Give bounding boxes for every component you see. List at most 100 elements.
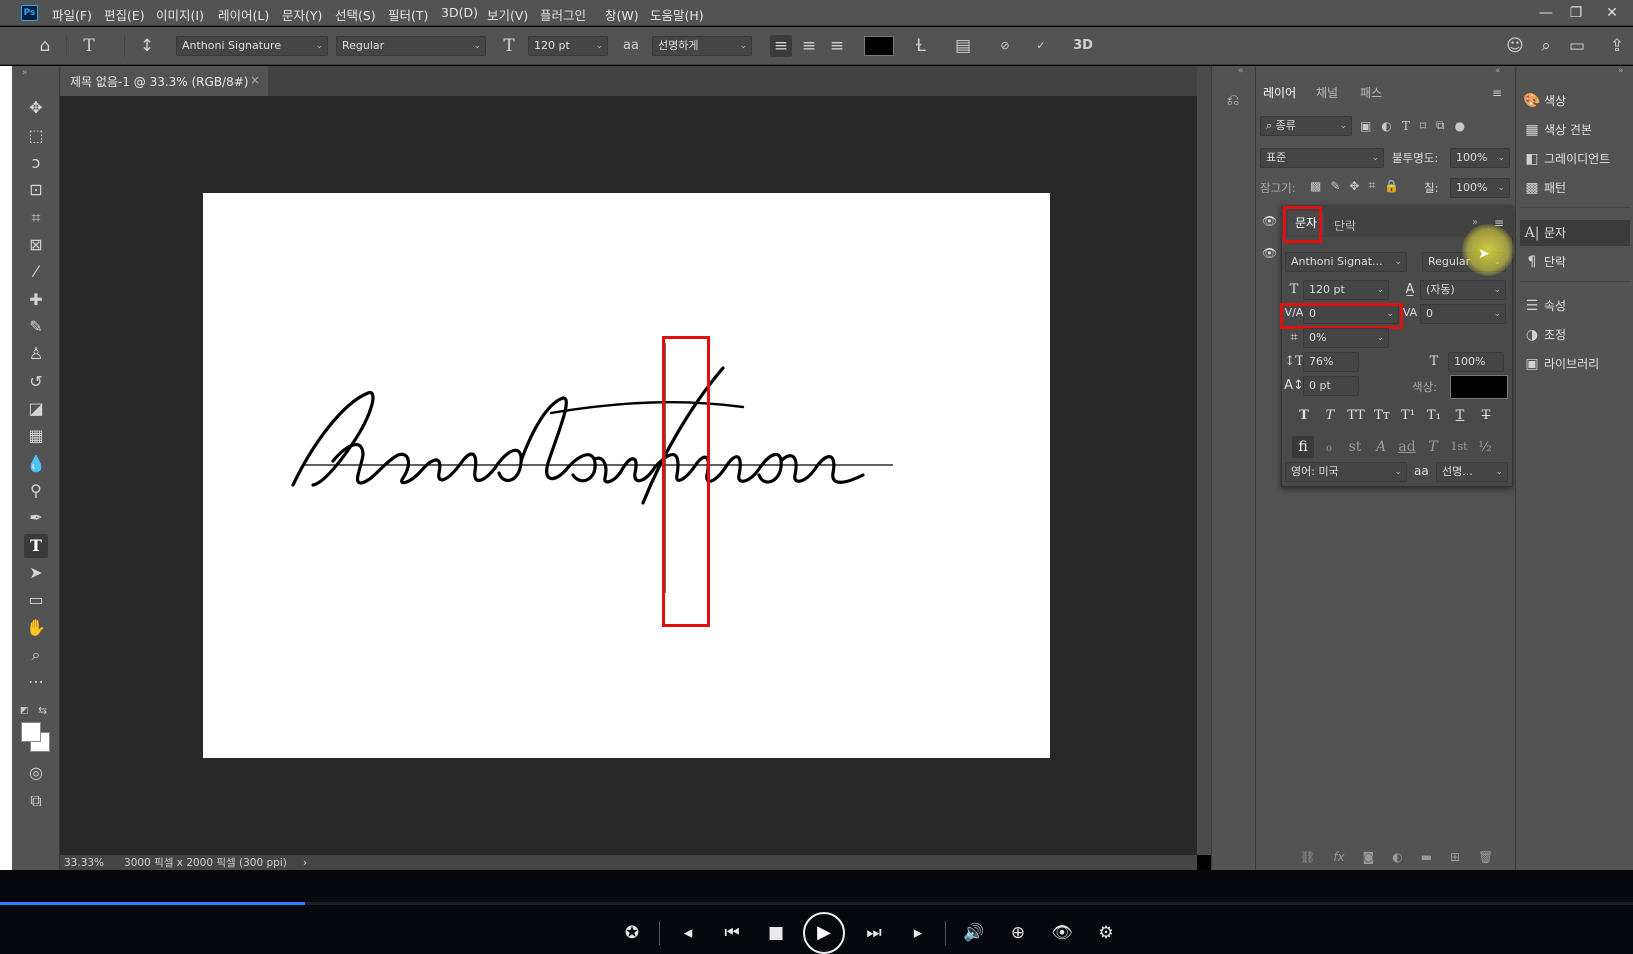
user-icon[interactable]: ☺ — [1504, 35, 1526, 57]
crop-tool-icon[interactable]: ⌗ — [24, 206, 48, 230]
blur-tool-icon[interactable]: 💧 — [24, 452, 48, 476]
char-font-size-field[interactable]: 120 pt ⌄ — [1303, 280, 1389, 300]
fractions-button[interactable]: ½ — [1474, 436, 1496, 458]
canvas[interactable] — [203, 193, 1050, 758]
share-icon[interactable]: ⇪ — [1606, 35, 1628, 57]
opacity-field[interactable]: 100% ⌄ — [1450, 148, 1510, 168]
3d-button[interactable]: 3D — [1072, 35, 1094, 57]
new-group-icon[interactable]: ▬ — [1421, 850, 1432, 864]
eraser-tool-icon[interactable]: ◪ — [24, 397, 48, 421]
move-tool-icon[interactable]: ✥ — [24, 96, 48, 120]
warp-text-icon[interactable]: Ɫ — [910, 35, 932, 57]
char-font-family-select[interactable]: Anthoni Signat... ⌄ — [1285, 252, 1407, 272]
collapse-dock-icon[interactable]: « — [1238, 66, 1244, 76]
menu-layer[interactable]: 레이어(L) — [218, 5, 269, 24]
filter-adjustment-icon[interactable]: ◐ — [1381, 119, 1391, 133]
eyedropper-tool-icon[interactable]: ⁄ — [24, 260, 48, 284]
add-mask-icon[interactable]: ◙ — [1363, 850, 1375, 864]
more-tools-icon[interactable]: ⋯ — [24, 670, 48, 694]
object-select-tool-icon[interactable]: ⊡ — [24, 178, 48, 202]
all-caps-button[interactable]: TT — [1346, 406, 1366, 426]
menu-plugins[interactable]: 플러그인 — [540, 5, 586, 24]
swap-colors-icon[interactable]: ⇆ — [38, 704, 47, 717]
new-layer-icon[interactable]: ⊞ — [1450, 850, 1460, 864]
side-item-character[interactable]: A| 문자 — [1520, 220, 1630, 246]
strikethrough-button[interactable]: T — [1476, 406, 1496, 426]
subscript-button[interactable]: T₁ — [1424, 406, 1444, 426]
lock-artboard-icon[interactable]: ⌗ — [1368, 178, 1375, 193]
history-icon[interactable]: ⎌ — [1221, 90, 1245, 114]
lock-all-icon[interactable]: 🔒 — [1384, 179, 1399, 193]
restore-button[interactable]: ❐ — [1562, 2, 1590, 24]
stylistic-alternates-button[interactable]: ad — [1396, 436, 1418, 458]
small-caps-button[interactable]: Tт — [1372, 406, 1392, 426]
home-icon[interactable]: ⌂ — [34, 35, 56, 57]
filter-pixel-icon[interactable]: ▣ — [1360, 119, 1371, 133]
filter-toggle-icon[interactable]: ● — [1455, 119, 1465, 133]
language-select[interactable]: 영어: 미국 ⌄ — [1285, 462, 1407, 482]
side-item-adjustments[interactable]: ◑ 조정 — [1520, 322, 1630, 348]
side-item-properties[interactable]: ☰ 속성 — [1520, 293, 1630, 319]
side-item-gradients[interactable]: ◧ 그레이디언트 — [1520, 146, 1630, 172]
align-right-icon[interactable]: ≡ — [826, 35, 848, 57]
settings-icon[interactable]: ⚙ — [1091, 918, 1121, 948]
ligatures-button[interactable]: fi — [1292, 436, 1314, 458]
layers-panel-menu-icon[interactable]: ≡ — [1492, 86, 1502, 100]
lock-pixels-icon[interactable]: ✎ — [1330, 179, 1340, 193]
search-icon[interactable]: ⌕ — [1535, 35, 1557, 57]
text-color-swatch[interactable] — [864, 36, 894, 56]
adjustment-layer-icon[interactable]: ◐ — [1392, 850, 1402, 864]
layer-visibility-eye-icon[interactable]: 👁 — [1262, 214, 1277, 228]
foreground-color-swatch[interactable] — [21, 722, 41, 742]
dodge-tool-icon[interactable]: ⚲ — [24, 479, 48, 503]
default-colors-icon[interactable]: ◩ — [20, 706, 30, 716]
menu-filter[interactable]: 필터(T) — [388, 5, 428, 24]
discretionary-ligatures-button[interactable]: st — [1344, 436, 1366, 458]
filter-smart-object-icon[interactable]: ⧉ — [1436, 118, 1445, 133]
close-button[interactable]: ✕ — [1598, 2, 1626, 24]
next-icon[interactable]: ⏭ — [859, 918, 889, 948]
zoom-in-icon[interactable]: ⊕ — [1003, 918, 1033, 948]
tab-layers[interactable]: 레이어 — [1263, 84, 1296, 101]
char-baseline-shift-field[interactable]: 0 pt — [1303, 376, 1359, 396]
char-anti-alias-select[interactable]: 선명... ⌄ — [1436, 462, 1508, 482]
side-item-color[interactable]: 🎨 색상 — [1520, 88, 1630, 114]
type-tool-preset-icon[interactable]: T — [78, 35, 100, 57]
layer-filter-select[interactable]: ⌕ 종류 ⌄ — [1260, 116, 1352, 136]
toggle-text-orientation-icon[interactable]: ↕ — [136, 35, 158, 57]
rectangle-tool-icon[interactable]: ▭ — [24, 588, 48, 612]
commit-edit-icon[interactable]: ✓ — [1030, 35, 1052, 57]
char-color-swatch[interactable] — [1450, 375, 1508, 399]
zoom-tool-icon[interactable]: ⌕ — [24, 643, 48, 667]
vertical-scrollbar[interactable] — [1197, 66, 1211, 855]
menu-view[interactable]: 보기(V) — [487, 5, 528, 24]
menu-3d[interactable]: 3D(D) — [441, 5, 478, 20]
char-tsume-field[interactable]: 0% ⌄ — [1303, 328, 1389, 348]
pen-tool-icon[interactable]: ✒ — [24, 506, 48, 530]
stop-icon[interactable]: ■ — [761, 918, 791, 948]
tab-channels[interactable]: 채널 — [1316, 84, 1338, 101]
lock-position-icon[interactable]: ✥ — [1349, 179, 1359, 193]
brush-tool-icon[interactable]: ✎ — [24, 315, 48, 339]
view-icon[interactable]: 👁 — [1047, 918, 1077, 948]
zoom-level[interactable]: 33.33% — [64, 857, 104, 869]
fill-field[interactable]: 100% ⌄ — [1450, 178, 1510, 198]
healing-brush-tool-icon[interactable]: ✚ — [24, 288, 48, 312]
side-item-patterns[interactable]: ▩ 패턴 — [1520, 175, 1630, 201]
underline-button[interactable]: T — [1450, 406, 1470, 426]
character-panel-toggle-icon[interactable]: ▤ — [952, 35, 974, 57]
blend-mode-select[interactable]: 표준 ⌄ — [1260, 148, 1384, 168]
font-size-select[interactable]: 120 pt ⌄ — [528, 36, 608, 56]
collapse-panel-icon[interactable]: « — [1495, 66, 1501, 76]
type-tool-icon[interactable]: T — [24, 534, 48, 558]
lock-transparent-icon[interactable]: ▩ — [1310, 179, 1321, 193]
bookmark-icon[interactable]: ✪ — [617, 918, 647, 948]
superscript-button[interactable]: T¹ — [1398, 406, 1418, 426]
collapse-tools-icon[interactable]: » — [22, 68, 28, 78]
layer-visibility-eye-icon[interactable]: 👁 — [1262, 246, 1277, 260]
frame-tool-icon[interactable]: ⊠ — [24, 233, 48, 257]
previous-icon[interactable]: ⏮ — [717, 918, 747, 948]
anti-alias-select[interactable]: 선명하게 ⌄ — [652, 36, 752, 56]
minimize-button[interactable]: — — [1532, 2, 1560, 24]
filter-shape-icon[interactable]: ⌑ — [1420, 119, 1426, 133]
